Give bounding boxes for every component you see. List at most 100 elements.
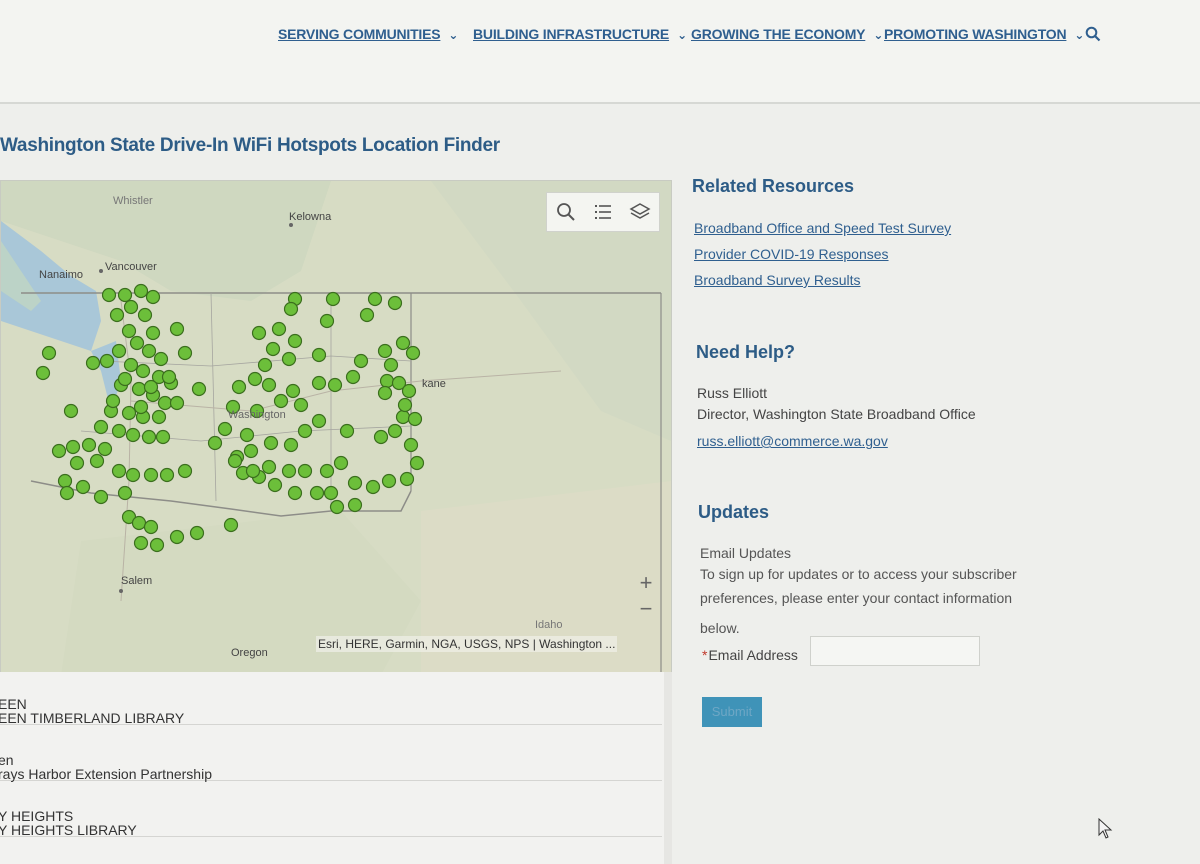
hotspot-marker[interactable] [377, 343, 393, 359]
submit-button[interactable]: Submit [702, 697, 762, 727]
hotspot-marker[interactable] [227, 453, 243, 469]
hotspot-marker[interactable] [309, 485, 325, 501]
hotspot-marker[interactable] [143, 519, 159, 535]
hotspot-marker[interactable] [149, 537, 165, 553]
hotspot-marker[interactable] [63, 403, 79, 419]
list-item[interactable]: en rays Harbor Extension Partnership [0, 728, 662, 782]
link-provider-covid-responses[interactable]: Provider COVID-19 Responses [694, 246, 889, 262]
hotspot-marker[interactable] [257, 357, 273, 373]
hotspot-marker[interactable] [59, 485, 75, 501]
hotspot-marker[interactable] [125, 427, 141, 443]
hotspot-marker[interactable] [403, 437, 419, 453]
hotspot-marker[interactable] [133, 535, 149, 551]
hotspot-marker[interactable] [281, 351, 297, 367]
hotspot-marker[interactable] [345, 369, 361, 385]
hotspot-marker[interactable] [109, 307, 125, 323]
hotspot-marker[interactable] [133, 399, 149, 415]
hotspot-marker[interactable] [287, 485, 303, 501]
hotspot-marker[interactable] [325, 291, 341, 307]
hotspot-marker[interactable] [353, 353, 369, 369]
results-scrollbar[interactable] [664, 672, 672, 864]
hotspot-marker[interactable] [293, 397, 309, 413]
hotspot-marker[interactable] [329, 499, 345, 515]
hotspot-marker[interactable] [379, 373, 395, 389]
hotspot-marker[interactable] [41, 345, 57, 361]
hotspot-marker[interactable] [231, 379, 247, 395]
hotspot-marker[interactable] [239, 427, 255, 443]
hotspot-marker[interactable] [261, 377, 277, 393]
hotspot-marker[interactable] [161, 369, 177, 385]
hotspot-marker[interactable] [117, 371, 133, 387]
link-broadband-office[interactable]: Broadband Office and Speed Test Survey [694, 220, 951, 236]
hotspot-marker[interactable] [409, 455, 425, 471]
hotspot-marker[interactable] [145, 289, 161, 305]
hotspot-marker[interactable] [155, 429, 171, 445]
hotspot-marker[interactable] [407, 411, 423, 427]
hotspot-marker[interactable] [123, 299, 139, 315]
hotspot-marker[interactable] [89, 453, 105, 469]
hotspot-marker[interactable] [223, 517, 239, 533]
hotspot-marker[interactable] [285, 383, 301, 399]
hotspot-marker[interactable] [283, 437, 299, 453]
hotspot-marker[interactable] [131, 515, 147, 531]
email-address-input[interactable] [810, 636, 980, 666]
hotspot-marker[interactable] [297, 423, 313, 439]
hotspot-marker[interactable] [143, 467, 159, 483]
hotspot-marker[interactable] [51, 443, 67, 459]
zoom-in-button[interactable]: + [630, 570, 662, 596]
hotspot-marker[interactable] [177, 463, 193, 479]
hotspot-marker[interactable] [169, 529, 185, 545]
hotspot-marker[interactable] [135, 363, 151, 379]
nav-growing-the-economy[interactable]: GROWING THE ECONOMY ⌄ [691, 26, 883, 42]
hotspot-marker[interactable] [191, 381, 207, 397]
hotspot-marker[interactable] [319, 313, 335, 329]
hotspot-marker[interactable] [267, 477, 283, 493]
hotspot-marker[interactable] [217, 421, 233, 437]
hotspot-marker[interactable] [65, 439, 81, 455]
hotspot-marker[interactable] [99, 353, 115, 369]
hotspot-marker[interactable] [151, 409, 167, 425]
hotspot-marker[interactable] [85, 355, 101, 371]
hotspot-marker[interactable] [387, 295, 403, 311]
hotspot-marker[interactable] [121, 405, 137, 421]
hotspot-marker[interactable] [75, 479, 91, 495]
hotspot-marker[interactable] [311, 347, 327, 363]
hotspot-map[interactable]: Whistler Kelowna Nanaimo Vancouver kane … [0, 180, 672, 676]
hotspot-marker[interactable] [125, 467, 141, 483]
list-item[interactable]: Y HEIGHTS Y HEIGHTS LIBRARY [0, 784, 662, 838]
hotspot-marker[interactable] [129, 335, 145, 351]
hotspot-marker[interactable] [133, 283, 149, 299]
hotspot-marker[interactable] [271, 321, 287, 337]
hotspot-marker[interactable] [265, 341, 281, 357]
hotspot-marker[interactable] [111, 423, 127, 439]
hotspot-marker[interactable] [69, 455, 85, 471]
layers-icon[interactable] [629, 201, 651, 223]
hotspot-marker[interactable] [281, 463, 297, 479]
hotspot-marker[interactable] [159, 467, 175, 483]
hotspot-marker[interactable] [311, 413, 327, 429]
hotspot-marker[interactable] [121, 323, 137, 339]
hotspot-marker[interactable] [35, 365, 51, 381]
hotspot-marker[interactable] [57, 473, 73, 489]
link-broadband-survey-results[interactable]: Broadband Survey Results [694, 272, 861, 288]
hotspot-marker[interactable] [111, 343, 127, 359]
hotspot-marker[interactable] [97, 441, 113, 457]
hotspot-marker[interactable] [319, 463, 335, 479]
list-icon[interactable] [592, 201, 614, 223]
hotspot-marker[interactable] [367, 291, 383, 307]
hotspot-marker[interactable] [273, 393, 289, 409]
hotspot-marker[interactable] [395, 409, 411, 425]
nav-building-infrastructure[interactable]: BUILDING INFRASTRUCTURE ⌄ [473, 26, 687, 42]
hotspot-marker[interactable] [189, 525, 205, 541]
hotspot-marker[interactable] [247, 371, 263, 387]
hotspot-marker[interactable] [323, 485, 339, 501]
hotspot-marker[interactable] [377, 385, 393, 401]
hotspot-marker[interactable] [397, 397, 413, 413]
hotspot-marker[interactable] [207, 435, 223, 451]
hotspot-marker[interactable] [359, 307, 375, 323]
hotspot-marker[interactable] [117, 485, 133, 501]
hotspot-marker[interactable] [401, 383, 417, 399]
nav-serving-communities[interactable]: SERVING COMMUNITIES ⌄ [278, 26, 458, 42]
hotspot-marker[interactable] [143, 379, 159, 395]
hotspot-marker[interactable] [383, 357, 399, 373]
